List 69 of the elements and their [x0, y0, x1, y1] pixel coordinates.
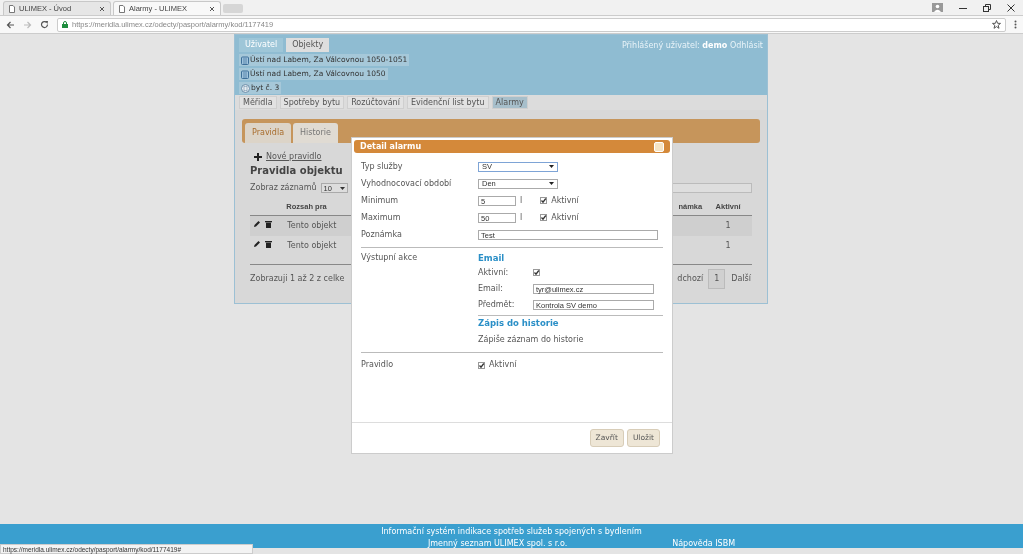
field-label: Minimum: [361, 194, 400, 207]
building-icon: [241, 55, 249, 65]
checkbox[interactable]: [540, 214, 548, 221]
lock-icon: [62, 21, 68, 28]
next-link[interactable]: Další: [731, 273, 751, 286]
previous-link[interactable]: dchozí: [677, 273, 704, 286]
restore-icon: [983, 3, 991, 12]
new-rule-link[interactable]: Nové pravidlo: [266, 151, 322, 163]
reload-icon: [40, 20, 49, 29]
building-icon: [241, 69, 249, 79]
checkbox[interactable]: [533, 269, 540, 277]
nav-tab[interactable]: Objekty: [286, 38, 330, 52]
checkbox-label: Aktivní: [551, 194, 579, 207]
menu-icon: [1014, 20, 1017, 29]
section-tab[interactable]: Měřidla: [239, 96, 277, 109]
plus-icon: [254, 153, 262, 161]
section-tab[interactable]: Rozúčtování: [347, 96, 404, 109]
tab[interactable]: Historie: [293, 123, 338, 143]
dialog-title: Detail alarmu: [360, 140, 422, 153]
star-icon: [992, 20, 1001, 29]
close-icon: [99, 5, 105, 12]
door-icon: [241, 83, 250, 93]
page-icon: [9, 4, 15, 13]
field-label: Předmět:: [478, 298, 516, 311]
description-text: Zápiše záznam do historie: [478, 333, 585, 346]
table-summary: Zobrazuji 1 až 2 z celke: [250, 273, 345, 286]
page-icon: [119, 4, 125, 13]
footer-text: Informační systém indikace spotřeb služeb spojených s bydlením: [380, 526, 643, 538]
field-label: Poznámka: [361, 228, 403, 241]
close-icon: [1007, 3, 1015, 12]
table-cell: Tento objekt: [287, 221, 337, 231]
field-label: Typ služby: [361, 160, 404, 173]
back-icon: [6, 20, 15, 29]
section-tab[interactable]: Alarmy: [491, 96, 528, 109]
table-cell: Tento objekt: [287, 241, 337, 251]
section-heading: Email: [478, 252, 506, 265]
pencil-icon: [253, 240, 261, 249]
table-cell: 1: [725, 241, 731, 251]
field-label: Email:: [478, 282, 504, 295]
close-icon: [209, 5, 215, 12]
user-name: demo: [702, 41, 728, 50]
field-label: Pravidlo: [361, 359, 395, 371]
field-label: Vyhodnocovací období: [361, 177, 453, 190]
trash-icon: [265, 240, 272, 249]
checkbox-label: Aktivní: [551, 211, 579, 224]
table-cell: 1: [725, 221, 731, 231]
page-button[interactable]: 1: [708, 269, 726, 290]
field-label: Maximum: [361, 211, 402, 224]
trash-icon: [265, 220, 272, 229]
unit-label: l: [520, 211, 523, 224]
section-heading: Pravidla objektu: [250, 164, 343, 178]
section-tab[interactable]: Evidenční list bytu: [406, 96, 489, 109]
caret-icon: [549, 165, 554, 168]
section-tab[interactable]: Spotřeby bytu: [279, 96, 345, 109]
login-label: Přihlášený uživatel:: [621, 41, 701, 50]
pencil-icon: [253, 220, 261, 229]
page-size-label: Zobraz záznamů: [250, 182, 317, 194]
user-icon: [932, 3, 943, 12]
checkbox[interactable]: [540, 197, 548, 204]
caret-icon: [549, 182, 554, 185]
section-heading: Zápis do historie: [478, 316, 560, 330]
close-button[interactable]: [654, 141, 664, 152]
field-label: Výstupní akce: [361, 252, 419, 264]
field-label: Aktivní:: [478, 266, 510, 279]
checkbox[interactable]: [478, 361, 485, 369]
caret-icon: [339, 186, 345, 190]
forward-icon: [23, 20, 32, 29]
checkbox-label: Aktivní: [489, 359, 517, 371]
unit-label: l: [520, 194, 523, 207]
